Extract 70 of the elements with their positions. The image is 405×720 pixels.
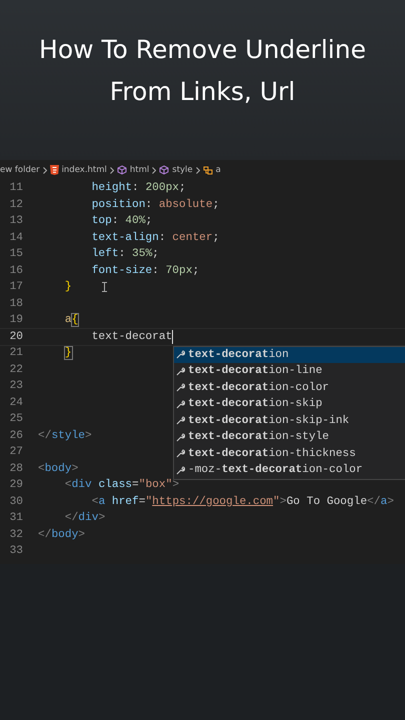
wrench-icon [176, 383, 185, 392]
suggestion-item[interactable]: -moz-text-decoration-color [174, 462, 405, 478]
line-number: 29 [8, 479, 23, 492]
line-number: 31 [8, 512, 23, 524]
code-line: } [64, 281, 72, 294]
line-number: 24 [8, 396, 23, 409]
symbol-icon [202, 165, 213, 175]
code-line: <body> [38, 462, 78, 475]
line-number: 26 [8, 430, 23, 442]
suggestion-item[interactable]: text-decoration-style [174, 429, 405, 446]
suggestion-item[interactable]: text-decoration-skip-ink [174, 412, 405, 429]
breadcrumb-item[interactable]: index.html [62, 165, 107, 175]
code-line: height: 200px; [90, 182, 186, 194]
line-number: 27 [8, 446, 23, 458]
line-number: 18 [8, 298, 23, 310]
line-number: 13 [8, 215, 23, 228]
html-file-icon [50, 165, 59, 175]
code-line: text-decorat [90, 330, 172, 343]
wrench-icon [176, 366, 185, 376]
wrench-icon [176, 466, 185, 475]
code-line: left: 35%; [90, 248, 159, 260]
suggestion-item[interactable]: text-decoration-skip [174, 396, 405, 412]
breadcrumb-item[interactable]: html [130, 165, 150, 175]
code-line: font-size: 70px; [90, 264, 200, 277]
chevron-icon [42, 166, 47, 174]
video-title: From Links, Url [110, 76, 296, 108]
cube-icon [116, 165, 127, 175]
suggestion-item[interactable]: text-decoration-thickness [174, 446, 405, 462]
code-line: a{ [64, 314, 78, 326]
code-line: <div class="box"> [64, 479, 180, 492]
line-number: 22 [8, 364, 23, 376]
line-number: 20 [8, 330, 23, 343]
line-number: 33 [8, 545, 23, 558]
wrench-icon [176, 449, 185, 458]
code-line: text-align: center; [90, 232, 220, 244]
line-number: 17 [8, 281, 23, 294]
suggestion-item[interactable]: text-decoration-color [174, 380, 405, 396]
video-title: How To Remove Underline [39, 34, 366, 66]
line-number: 23 [8, 380, 23, 392]
wrench-icon [176, 400, 185, 409]
code-line: </style> [38, 430, 92, 442]
line-number: 11 [8, 182, 23, 194]
code-line: </div> [64, 512, 106, 524]
breadcrumb-item[interactable]: ew folder [0, 165, 40, 175]
line-number: 32 [8, 528, 23, 541]
line-number: 12 [8, 198, 23, 211]
breadcrumb-item[interactable]: style [172, 165, 193, 175]
breadcrumb-item[interactable]: a [216, 165, 221, 175]
suggestion-item[interactable]: text-decoration-line [174, 363, 405, 380]
suggestion-item[interactable]: text-decoration [174, 346, 405, 363]
code-line: } [64, 347, 72, 360]
line-number: 21 [8, 347, 23, 360]
wrench-icon [176, 350, 185, 360]
line-number: 19 [8, 314, 23, 326]
line-number: 15 [8, 248, 23, 260]
code-line: position: absolute; [90, 198, 220, 211]
line-number: 28 [8, 462, 23, 475]
code-line: <a href="https://google.com">Go To Google</a> [90, 496, 394, 508]
chevron-icon [152, 166, 156, 174]
wrench-icon [176, 416, 185, 426]
wrench-icon [176, 432, 185, 442]
line-number: 25 [8, 413, 23, 426]
line-number: 16 [8, 264, 23, 277]
line-number: 30 [8, 496, 23, 508]
code-line: top: 40%; [90, 215, 152, 228]
chevron-icon [196, 166, 200, 174]
cube-icon [159, 165, 170, 175]
line-number: 14 [8, 232, 23, 244]
chevron-icon [110, 166, 114, 174]
code-line: </body> [38, 528, 86, 541]
